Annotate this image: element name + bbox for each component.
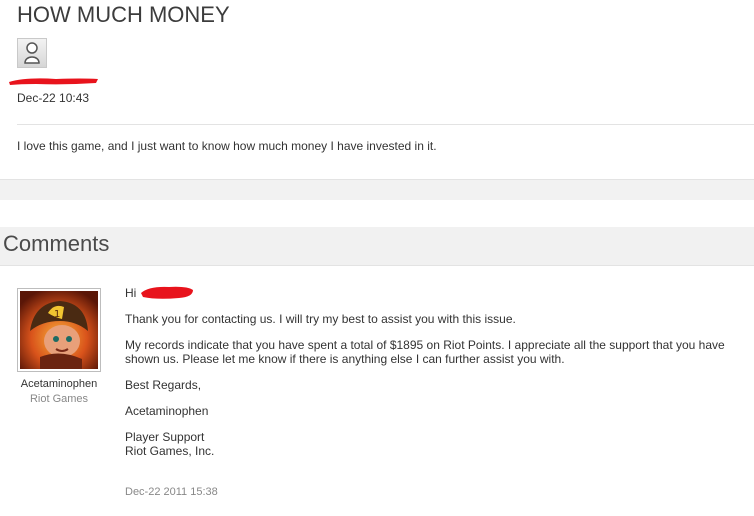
section-separator	[0, 180, 754, 200]
comment-greeting: Hi	[125, 286, 137, 300]
comment-author[interactable]: Acetaminophen	[17, 378, 101, 390]
comment-body: Hi Thank you for contacting us. I will t…	[125, 286, 737, 458]
comment-paragraph: My records indicate that you have spent …	[125, 338, 725, 366]
comment-date: Dec-22 2011 15:38	[125, 486, 218, 498]
redacted-username	[9, 78, 98, 85]
svg-text:1: 1	[54, 309, 60, 320]
signature-line: Riot Games, Inc.	[125, 444, 215, 458]
champion-portrait-icon[interactable]: 1	[17, 288, 101, 372]
comment-author-org: Riot Games	[29, 393, 89, 405]
redacted-recipient	[141, 286, 193, 299]
user-silhouette-icon[interactable]	[17, 38, 47, 68]
comment-paragraph: Best Regards,	[125, 378, 202, 392]
comment-paragraph: Acetaminophen	[125, 404, 209, 418]
divider	[17, 124, 754, 125]
signature-line: Player Support	[125, 430, 205, 444]
post-date: Dec-22 10:43	[17, 91, 90, 105]
post-body: I love this game, and I just want to kno…	[17, 139, 437, 153]
comment-paragraph: Thank you for contacting us. I will try …	[125, 312, 516, 326]
post-title: HOW MUCH MONEY	[17, 2, 230, 27]
comments-title: Comments	[3, 231, 110, 256]
comments-header: Comments	[0, 227, 754, 266]
